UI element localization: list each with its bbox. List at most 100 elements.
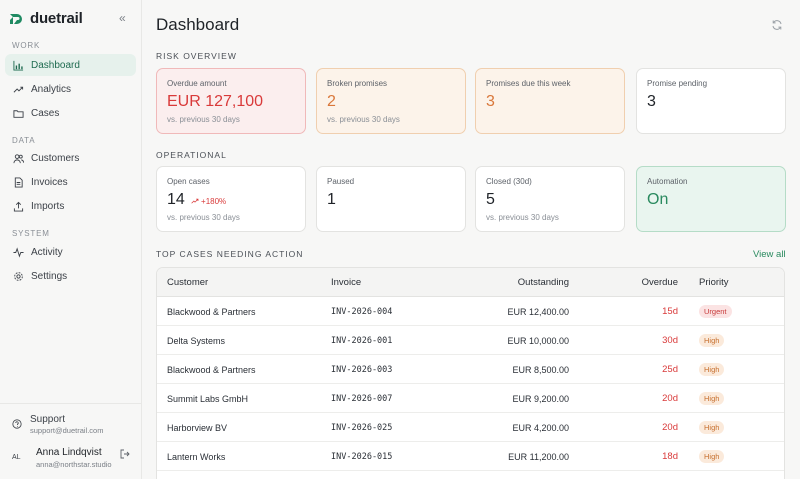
table-header: Customer Invoice Outstanding Overdue Pri…: [157, 268, 784, 297]
kpi-sub: vs. previous 30 days: [167, 115, 240, 124]
kpi-value: 2: [327, 93, 455, 111]
kpi-label: Automation: [647, 177, 688, 186]
refresh-icon[interactable]: [771, 19, 783, 31]
sidebar-item-cases[interactable]: Cases: [5, 102, 136, 124]
sidebar-item-label: Analytics: [31, 83, 72, 95]
cell-priority: High: [699, 413, 725, 442]
kpi-label: Closed (30d): [486, 177, 532, 186]
support-link[interactable]: Support support@duetrail.com: [12, 414, 103, 435]
kpi-sub: vs. previous 30 days: [486, 213, 559, 222]
column-header-outstanding[interactable]: Outstanding: [518, 268, 569, 297]
sidebar-item-customers[interactable]: Customers: [5, 147, 136, 169]
kpi-card-closed[interactable]: Closed (30d) 5 vs. previous 30 days: [475, 166, 625, 232]
column-header-overdue[interactable]: Overdue: [642, 268, 678, 297]
kpi-card-automation[interactable]: Automation On: [636, 166, 786, 232]
kpi-card-open-cases[interactable]: Open cases 14 +180% vs. previous 30 days: [156, 166, 306, 232]
kpi-value: EUR 127,100: [167, 93, 295, 111]
sidebar-item-label: Activity: [31, 246, 63, 258]
sidebar-item-label: Cases: [31, 107, 60, 119]
kpi-card-overdue-amount[interactable]: Overdue amount EUR 127,100 vs. previous …: [156, 68, 306, 134]
priority-badge: High: [699, 421, 725, 434]
cell-invoice: INV-2026-007: [331, 393, 393, 404]
cell-outstanding: EUR 9,200.00: [512, 393, 569, 404]
cell-customer: Delta Systems: [167, 335, 226, 346]
column-header-customer[interactable]: Customer: [167, 268, 208, 297]
kpi-value: 1: [327, 191, 455, 209]
collapse-sidebar-icon[interactable]: «: [119, 11, 126, 25]
trend-up-icon: [191, 198, 199, 204]
trend-badge: +180%: [191, 197, 226, 206]
brand[interactable]: duetrail: [8, 10, 83, 27]
kpi-label: Broken promises: [327, 79, 388, 88]
user-email: anna@northstar.studio: [36, 460, 112, 469]
kpi-value-text: 3: [486, 93, 495, 110]
kpi-card-paused[interactable]: Paused 1: [316, 166, 466, 232]
cell-invoice: INV-2026-003: [331, 364, 393, 375]
sidebar-item-activity[interactable]: Activity: [5, 241, 136, 263]
sidebar-item-label: Invoices: [31, 176, 68, 188]
cell-customer: Summit Labs GmbH: [167, 393, 249, 404]
section-label-work: WORK: [12, 41, 41, 50]
kpi-value: 5: [486, 191, 614, 209]
kpi-card-broken-promises[interactable]: Broken promises 2 vs. previous 30 days: [316, 68, 466, 134]
kpi-value: 3: [486, 93, 614, 111]
kpi-value-text: 3: [647, 93, 656, 110]
sidebar-item-imports[interactable]: Imports: [5, 195, 136, 217]
brand-logo-icon: [10, 13, 22, 24]
cell-overdue: 20d: [662, 393, 678, 404]
bar-chart-icon: [13, 60, 24, 71]
kpi-label: Open cases: [167, 177, 210, 186]
main-content: Dashboard RISK OVERVIEW Overdue amount E…: [142, 0, 800, 479]
cell-priority: High: [699, 442, 725, 471]
table-row[interactable]: Blackwood & Partners INV-2026-003 EUR 8,…: [157, 355, 784, 384]
sidebar-item-dashboard[interactable]: Dashboard: [5, 54, 136, 76]
table-row[interactable]: Delta Systems INV-2026-001 EUR 10,000.00…: [157, 326, 784, 355]
upload-icon: [13, 201, 24, 212]
kpi-value-text: 1: [327, 191, 336, 208]
sidebar-item-analytics[interactable]: Analytics: [5, 78, 136, 100]
document-icon: [14, 176, 23, 188]
cell-customer: Lantern Works: [167, 451, 226, 462]
sidebar-item-settings[interactable]: Settings: [5, 265, 136, 287]
kpi-value: 14 +180%: [167, 191, 295, 209]
sidebar-item-label: Dashboard: [31, 59, 80, 71]
sidebar-item-invoices[interactable]: Invoices: [5, 171, 136, 193]
user-profile[interactable]: AL Anna Lindqvist anna@northstar.studio: [12, 447, 132, 469]
trend-value: +180%: [201, 197, 227, 206]
column-header-invoice[interactable]: Invoice: [331, 268, 361, 297]
cell-priority: High: [699, 355, 725, 384]
table-row[interactable]: Blackwood & Partners INV-2026-004 EUR 12…: [157, 297, 784, 326]
activity-icon: [13, 246, 24, 258]
sidebar-item-label: Customers: [31, 152, 80, 164]
kpi-card-promise-pending[interactable]: Promise pending 3: [636, 68, 786, 134]
gear-icon: [14, 271, 23, 281]
column-header-priority[interactable]: Priority: [699, 268, 729, 297]
section-label-data: DATA: [12, 136, 36, 145]
table-row[interactable]: Harborview BV INV-2026-025 EUR 4,200.00 …: [157, 413, 784, 442]
kpi-value-text: 2: [327, 93, 336, 110]
kpi-value-text: 5: [486, 191, 495, 208]
logout-icon[interactable]: [120, 449, 130, 459]
cell-invoice: INV-2026-025: [331, 422, 393, 433]
page-title: Dashboard: [156, 15, 240, 34]
kpi-card-promises-due[interactable]: Promises due this week 3: [475, 68, 625, 134]
avatar: AL: [12, 454, 21, 461]
user-name: Anna Lindqvist: [36, 447, 102, 458]
cell-overdue: 25d: [662, 364, 678, 375]
cell-overdue: 18d: [662, 451, 678, 462]
cell-outstanding: EUR 8,500.00: [512, 364, 569, 375]
kpi-value-text: 14: [167, 191, 185, 208]
table-row[interactable]: Lantern Works INV-2026-015 EUR 11,200.00…: [157, 442, 784, 471]
cell-overdue: 20d: [662, 422, 678, 433]
kpi-label: Promises due this week: [486, 79, 571, 88]
priority-badge: High: [699, 334, 725, 347]
view-all-link[interactable]: View all: [753, 249, 786, 260]
table-row[interactable]: Summit Labs GmbH INV-2026-007 EUR 9,200.…: [157, 384, 784, 413]
kpi-value-text: EUR 127,100: [167, 93, 264, 110]
kpi-value: 3: [647, 93, 775, 111]
help-icon: [12, 419, 22, 429]
cell-overdue: 30d: [662, 335, 678, 346]
sidebar-item-label: Settings: [31, 270, 68, 282]
cell-outstanding: EUR 4,200.00: [512, 422, 569, 433]
support-email: support@duetrail.com: [30, 426, 104, 435]
